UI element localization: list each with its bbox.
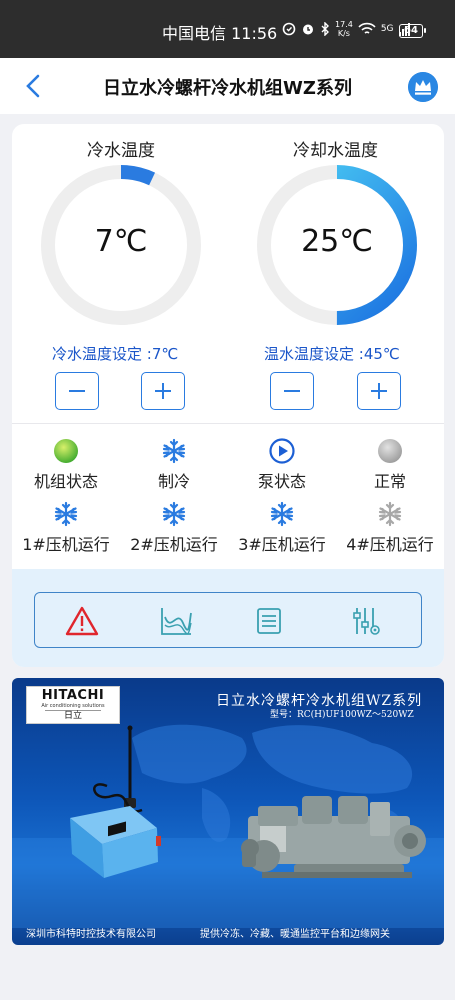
compressor-4-label: 4#压机运行 [346, 535, 434, 554]
compressor-3-label: 3#压机运行 [238, 535, 326, 554]
speed-unit: K/s [337, 29, 350, 38]
list-icon[interactable] [252, 605, 286, 637]
chilled-water-setpoint: 冷水温度设定 :7℃ [52, 345, 179, 363]
crown-icon[interactable] [408, 72, 438, 102]
cooling-mode-status: 制冷 [120, 438, 228, 492]
cooling-mode-label: 制冷 [157, 472, 190, 491]
trend-chart-icon[interactable] [159, 605, 193, 637]
chilled-water-label: 冷水温度 [87, 141, 155, 161]
play-icon [269, 438, 295, 464]
normal-status-label: 正常 [373, 472, 406, 491]
hitachi-logo: HITACHI Air conditioning solutions 日立 [26, 686, 120, 724]
pump-status: 泵状态 [228, 438, 336, 492]
hot-water-decrease-button[interactable] [270, 372, 314, 410]
product-banner[interactable]: HITACHI Air conditioning solutions 日立 日立… [12, 678, 444, 945]
unit-status-label: 机组状态 [33, 472, 98, 491]
snowflake-icon [162, 438, 186, 464]
chilled-water-increase-button[interactable] [141, 372, 185, 410]
alarm-icon[interactable] [65, 605, 99, 637]
alarm-clock-icon [303, 24, 313, 35]
page-title: 日立水冷螺杆冷水机组WZ系列 [103, 78, 352, 99]
status-icons: 17.4 K/s 5G [282, 18, 411, 40]
signal-label: 5G [380, 24, 394, 34]
data-saver-icon [282, 22, 296, 36]
snowflake-icon [162, 501, 186, 527]
chilled-water-decrease-button[interactable] [55, 372, 99, 410]
compressor-3-status: 3#压机运行 [228, 501, 336, 555]
compressor-2-status: 2#压机运行 [120, 501, 228, 555]
banner-tagline: 提供冷冻、冷藏、暖通监控平台和边缘网关 [200, 929, 390, 940]
cooling-water-label: 冷却水温度 [293, 141, 378, 161]
logo-cn: 日立 [45, 710, 101, 722]
divider [12, 423, 444, 424]
function-area [12, 569, 444, 667]
compressor-4-status: 4#压机运行 [336, 501, 444, 555]
hot-water-increase-button[interactable] [357, 372, 401, 410]
bluetooth-icon [321, 22, 329, 36]
settings-sliders-icon[interactable] [349, 605, 383, 637]
logo-brand: HITACHI [41, 688, 105, 703]
app-header: 日立水冷螺杆冷水机组WZ系列 [0, 58, 455, 114]
battery-indicator: 64 [399, 24, 426, 38]
chilled-water-value: 7℃ [94, 224, 148, 259]
banner-company: 深圳市科特时控技术有限公司 [26, 929, 156, 940]
cooling-water-value: 25℃ [301, 224, 373, 259]
snowflake-icon [54, 501, 78, 527]
normal-status: 正常 [336, 438, 444, 492]
banner-model: 型号：RC(H)UF100WZ～520WZ [270, 710, 414, 720]
snowflake-icon [270, 501, 294, 527]
compressor-2-label: 2#压机运行 [130, 535, 218, 554]
unit-status: 机组状态 [12, 438, 120, 492]
wifi-icon [358, 22, 376, 34]
network-speed: 17.4 K/s [335, 20, 353, 38]
green-status-dot-icon [54, 439, 78, 463]
grey-status-dot-icon [378, 439, 402, 463]
compressor-1-label: 1#压机运行 [22, 535, 110, 554]
status-bar: 中国电信 11:56 17.4 K/s 5G 64 [0, 0, 455, 58]
hot-water-setpoint: 温水温度设定 :45℃ [264, 345, 400, 363]
logo-sub: Air conditioning solutions [41, 703, 105, 709]
pump-status-label: 泵状态 [257, 472, 306, 491]
carrier-time: 中国电信 11:56 [162, 24, 278, 43]
compressor-1-status: 1#压机运行 [12, 501, 120, 555]
snowflake-icon [378, 501, 402, 527]
speed-value: 17.4 [335, 20, 353, 29]
status-card: 冷水温度 7℃ 冷却水温度 25℃ 冷水温度设定 :7℃ 温水温度设定 :45℃… [12, 124, 444, 667]
function-bar [34, 592, 422, 648]
